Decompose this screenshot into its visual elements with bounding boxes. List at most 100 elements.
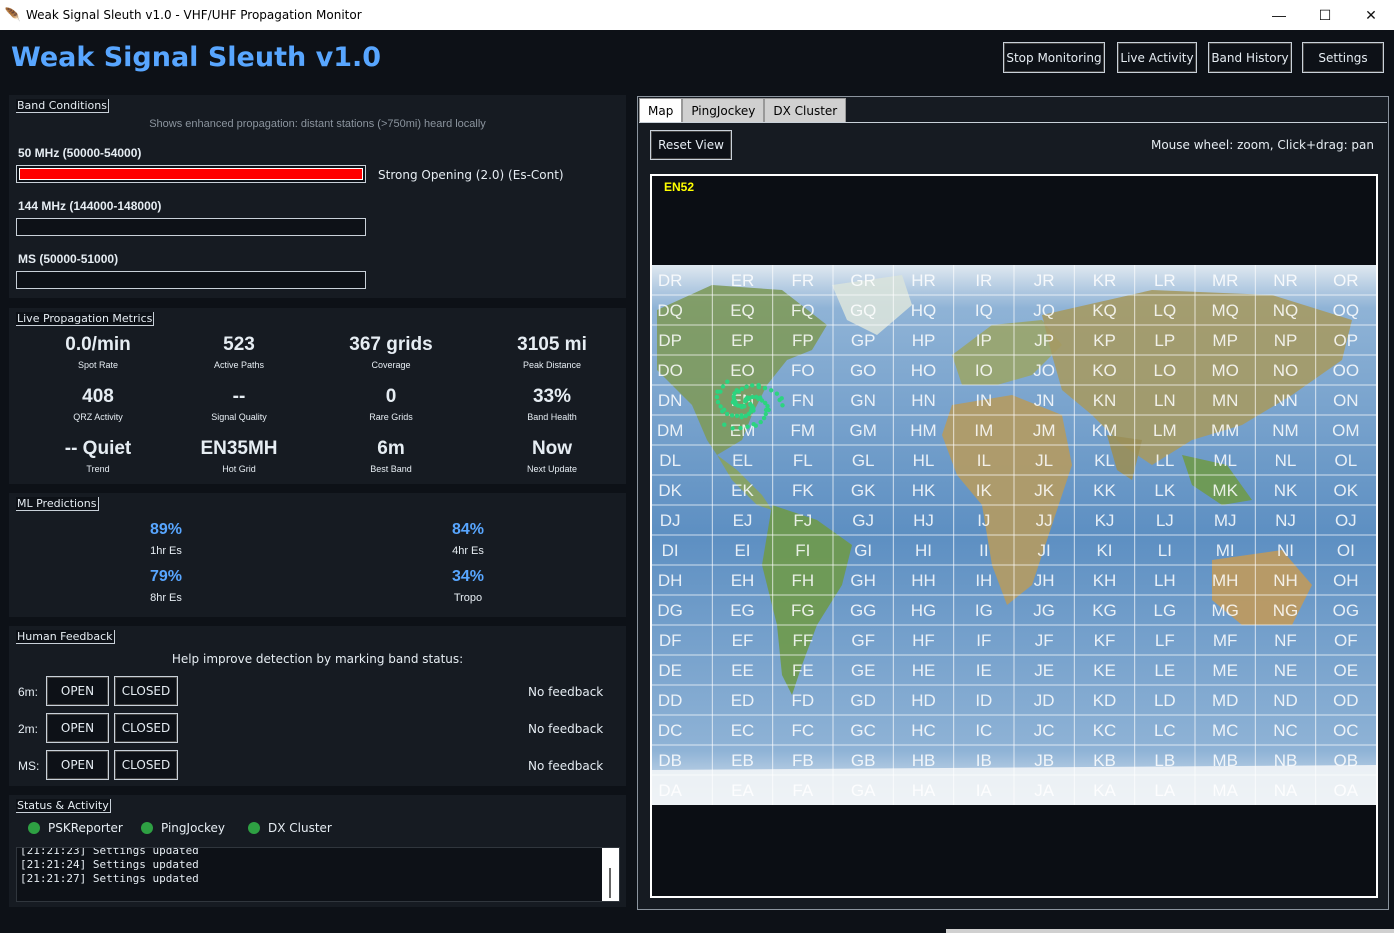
grid-label-MH: MH bbox=[1212, 571, 1238, 590]
grid-label-JK: JK bbox=[1034, 481, 1055, 500]
grid-label-KN: KN bbox=[1093, 391, 1117, 410]
live-activity-button[interactable]: Live Activity bbox=[1117, 42, 1197, 73]
grid-label-FA: FA bbox=[792, 781, 813, 800]
band-ms-label: MS (50000-51000) bbox=[18, 252, 119, 266]
grid-label-GJ: GJ bbox=[852, 511, 874, 530]
grid-label-IJ: IJ bbox=[977, 511, 990, 530]
grid-label-NM: NM bbox=[1272, 421, 1298, 440]
feedback-6m-closed-button[interactable]: CLOSED bbox=[114, 676, 178, 706]
feedback-2m-closed-button[interactable]: CLOSED bbox=[114, 713, 178, 743]
log-line: [21:21:27] Settings updated bbox=[20, 872, 199, 885]
grid-label-OM: OM bbox=[1332, 421, 1359, 440]
metric-label: Best Band bbox=[370, 464, 412, 474]
spot-marker bbox=[739, 413, 744, 418]
feedback-ms-label: MS: bbox=[18, 759, 40, 773]
grid-label-HN: HN bbox=[911, 391, 936, 410]
grid-label-DR: DR bbox=[658, 271, 683, 290]
feedback-ms-open-button[interactable]: OPEN bbox=[46, 750, 109, 780]
tab-pingjockey[interactable]: PingJockey bbox=[682, 98, 765, 122]
grid-label-OG: OG bbox=[1333, 601, 1359, 620]
prediction-tropo: 34% Tropo bbox=[408, 568, 528, 604]
grid-label-ML: ML bbox=[1213, 451, 1237, 470]
spot-marker bbox=[730, 426, 735, 431]
feedback-6m-open-button[interactable]: OPEN bbox=[46, 676, 109, 706]
log-scrollbar-thumb[interactable] bbox=[609, 868, 611, 898]
grid-label-KR: KR bbox=[1093, 271, 1117, 290]
grid-label-JG: JG bbox=[1033, 601, 1055, 620]
right-panel: Map PingJockey DX Cluster Reset View Mou… bbox=[637, 96, 1389, 910]
grid-label-HR: HR bbox=[911, 271, 936, 290]
grid-label-LO: LO bbox=[1153, 361, 1176, 380]
metric-label: Spot Rate bbox=[77, 360, 119, 370]
feedback-2m-open-button[interactable]: OPEN bbox=[46, 713, 109, 743]
map-hint: Mouse wheel: zoom, Click+drag: pan bbox=[1150, 138, 1374, 152]
grid-label-KJ: KJ bbox=[1095, 511, 1115, 530]
grid-label-IN: IN bbox=[975, 391, 992, 410]
grid-label-DK: DK bbox=[658, 481, 682, 500]
grid-label-LL: LL bbox=[1155, 451, 1174, 470]
activity-log[interactable]: [21:21:23] Settings updated [21:21:24] S… bbox=[16, 847, 620, 902]
feedback-ms-closed-button[interactable]: CLOSED bbox=[114, 750, 178, 780]
prediction-label: 8hr Es bbox=[150, 592, 182, 604]
grid-label-EC: EC bbox=[731, 721, 755, 740]
source-label: PingJockey bbox=[161, 821, 226, 835]
minimize-icon[interactable]: — bbox=[1256, 0, 1302, 30]
band-ms-meter bbox=[16, 271, 366, 289]
metric-best-band: 6m Best Band bbox=[311, 438, 471, 474]
grid-label-HL: HL bbox=[913, 451, 935, 470]
maximize-icon[interactable]: ☐ bbox=[1302, 0, 1348, 30]
grid-label-LF: LF bbox=[1155, 631, 1175, 650]
band-history-button[interactable]: Band History bbox=[1208, 42, 1292, 73]
window-bottom-scrollbar[interactable] bbox=[946, 929, 1394, 933]
app-header: Weak Signal Sleuth v1.0 Stop Monitoring … bbox=[0, 30, 1394, 88]
grid-label-OD: OD bbox=[1333, 691, 1359, 710]
grid-label-GE: GE bbox=[851, 661, 876, 680]
log-scrollbar[interactable] bbox=[602, 848, 619, 901]
grid-label-KB: KB bbox=[1093, 751, 1116, 770]
tab-map[interactable]: Map bbox=[639, 98, 683, 122]
spot-marker bbox=[715, 399, 721, 405]
grid-label-FG: FG bbox=[791, 601, 815, 620]
grid-label-OO: OO bbox=[1333, 361, 1359, 380]
stop-monitoring-button[interactable]: Stop Monitoring bbox=[1003, 42, 1105, 73]
grid-label-HB: HB bbox=[912, 751, 936, 770]
source-label: PSKReporter bbox=[48, 821, 123, 835]
grid-label-FH: FH bbox=[791, 571, 814, 590]
metric-value: 3105 mi bbox=[517, 334, 587, 355]
feedback-hint: Help improve detection by marking band s… bbox=[171, 652, 464, 666]
metric-value: -- Quiet bbox=[64, 438, 132, 459]
grid-label-IL: IL bbox=[977, 451, 991, 470]
feedback-6m-label: 6m: bbox=[18, 685, 39, 699]
grid-label-LP: LP bbox=[1154, 331, 1175, 350]
grid-label-KL: KL bbox=[1094, 451, 1115, 470]
grid-label-LG: LG bbox=[1153, 601, 1176, 620]
metric-value: 0 bbox=[385, 386, 397, 407]
grid-label-DF: DF bbox=[659, 631, 682, 650]
close-icon[interactable]: ✕ bbox=[1348, 0, 1394, 30]
metric-label: QRZ Activity bbox=[73, 412, 123, 422]
grid-label-EG: EG bbox=[730, 601, 755, 620]
grid-label-EF: EF bbox=[732, 631, 754, 650]
metric-active-paths: 523 Active Paths bbox=[159, 334, 319, 370]
grid-label-NA: NA bbox=[1274, 781, 1298, 800]
grid-label-GG: GG bbox=[850, 601, 876, 620]
settings-button[interactable]: Settings bbox=[1302, 42, 1384, 73]
grid-label-EP: EP bbox=[731, 331, 754, 350]
reset-view-button[interactable]: Reset View bbox=[650, 130, 732, 160]
spot-marker bbox=[736, 389, 741, 394]
map-canvas[interactable]: EN52 DR ER FR GR HR IR JR KR LR MR NR OR… bbox=[650, 174, 1378, 898]
grid-label-KM: KM bbox=[1092, 421, 1118, 440]
spot-marker bbox=[745, 424, 750, 429]
spot-marker bbox=[774, 391, 780, 396]
grid-label-DI: DI bbox=[662, 541, 679, 560]
band-50mhz-status: Strong Opening (2.0) (Es-Cont) bbox=[378, 168, 564, 182]
tab-dx-cluster[interactable]: DX Cluster bbox=[764, 98, 847, 122]
grid-label-FP: FP bbox=[792, 331, 814, 350]
grid-label-LK: LK bbox=[1154, 481, 1175, 500]
metric-value: 367 grids bbox=[349, 334, 433, 355]
metric-rare-grids: 0 Rare Grids bbox=[311, 386, 471, 422]
world-map[interactable]: DR ER FR GR HR IR JR KR LR MR NR OR DQ EQ FQ GQ HQ IQ JQ KQ… bbox=[652, 265, 1376, 805]
grid-label-NI: NI bbox=[1277, 541, 1294, 560]
metric-value: 523 bbox=[223, 334, 255, 355]
grid-label-OB: OB bbox=[1334, 751, 1359, 770]
